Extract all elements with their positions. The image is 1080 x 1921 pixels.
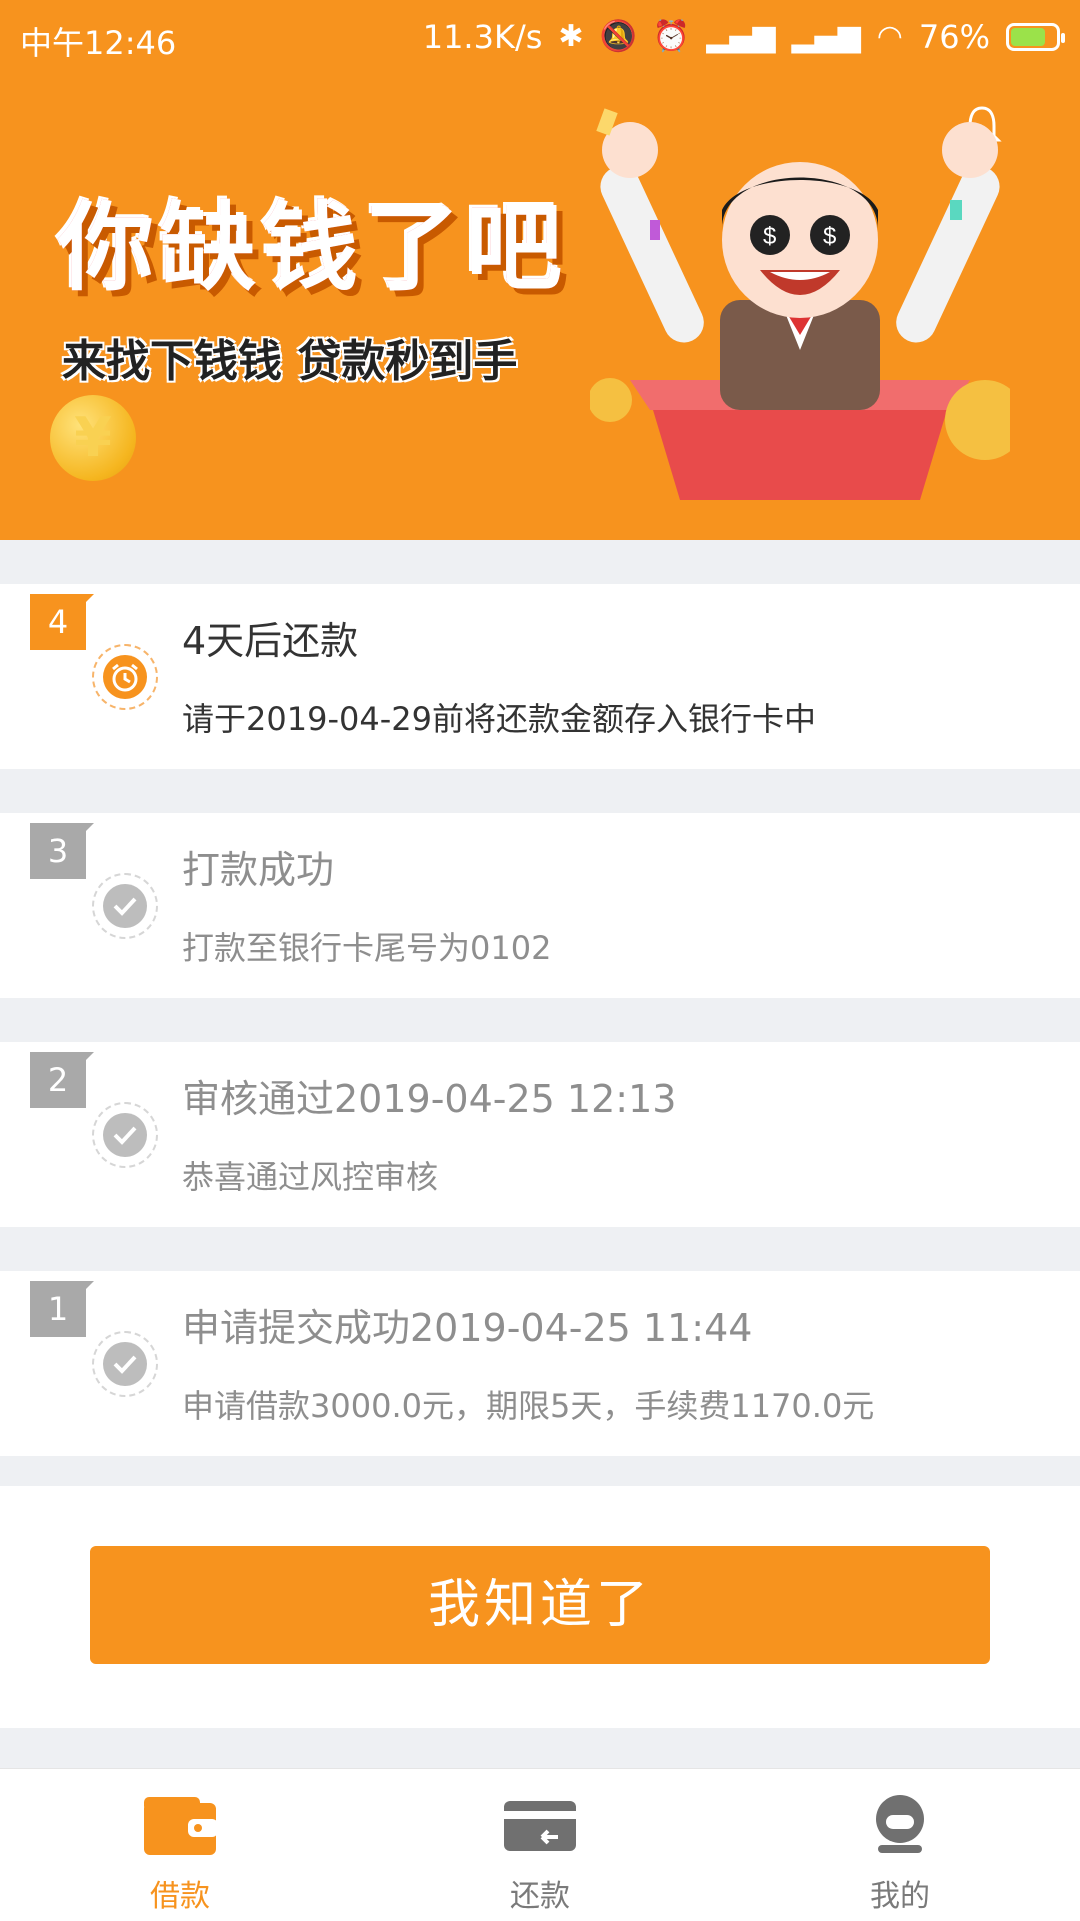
alarm-icon: ⏰ [652,19,691,54]
nav-item-borrow[interactable]: 借款 [0,1769,360,1921]
nav-label: 我的 [870,1879,930,1914]
timeline-step-2: 2 审核通过2019-04-25 12:13 恭喜通过风控审核 [0,1042,1080,1227]
step-subtitle: 打款至银行卡尾号为0102 [182,929,552,967]
svg-text:$: $ [823,223,836,250]
step-title: 审核通过2019-04-25 12:13 [182,1077,677,1121]
bottom-nav: 借款 还款 我的 [0,1768,1080,1921]
section-gap [0,998,1080,1042]
section-gap [0,1456,1080,1486]
coin-icon: ¥ [50,395,136,481]
step-subtitle: 恭喜通过风控审核 [182,1158,439,1196]
step-badge: 4 [30,594,94,650]
status-right: 11.3K/s ✱ 🔕 ⏰ ▂▄▆ ▂▄▆ ◠ 76% [422,18,1065,56]
signal-icon-2: ▂▄▆ [791,19,861,54]
card-return-icon [504,1801,576,1851]
bluetooth-icon: ✱ [558,19,584,54]
step-subtitle: 请于2019-04-29前将还款金额存入银行卡中 [182,700,816,738]
section-gap [0,1227,1080,1271]
hero-title: 你缺钱了吧 [58,192,568,304]
section-gap [0,769,1080,813]
wifi-icon: ◠ [876,19,903,54]
check-icon [92,1102,158,1168]
step-subtitle: 申请借款3000.0元，期限5天，手续费1170.0元 [182,1387,875,1425]
alarm-clock-icon [92,644,158,710]
confirm-button[interactable]: 我知道了 [90,1546,990,1664]
hero-subtitle: 来找下钱钱 贷款秒到手 [62,336,518,387]
timeline-step-3: 3 打款成功 打款至银行卡尾号为0102 [0,813,1080,998]
nav-label: 还款 [510,1879,570,1914]
signal-icon: ▂▄▆ [706,19,776,54]
status-bar: 中午12:46 11.3K/s ✱ 🔕 ⏰ ▂▄▆ ▂▄▆ ◠ 76% [0,0,1080,74]
svg-text:$: $ [763,223,776,250]
timeline-step-1: 1 申请提交成功2019-04-25 11:44 申请借款3000.0元，期限5… [0,1271,1080,1456]
step-badge: 3 [30,823,94,879]
step-title: 申请提交成功2019-04-25 11:44 [182,1306,753,1350]
nav-label: 借款 [150,1879,210,1914]
step-title: 打款成功 [182,848,335,892]
section-gap [0,540,1080,584]
step-badge: 1 [30,1281,94,1337]
network-speed: 11.3K/s [422,18,543,56]
section-gap [0,1728,1080,1768]
step-badge: 2 [30,1052,94,1108]
check-icon [92,873,158,939]
mute-icon: 🔕 [599,19,637,54]
nav-item-repay[interactable]: 还款 [360,1769,720,1921]
check-icon [92,1331,158,1397]
timeline-step-4: 4 4天后还款 请于2019-04-29前将还款金额存入银行卡中 [0,584,1080,769]
battery-percent: 76% [918,18,990,56]
nav-item-mine[interactable]: 我的 [720,1769,1080,1921]
wallet-icon [144,1797,218,1855]
status-time: 中午12:46 [20,24,177,62]
mascot-illustration: $ $ [590,108,1010,500]
battery-icon [1006,23,1065,51]
hero-banner: 中午12:46 11.3K/s ✱ 🔕 ⏰ ▂▄▆ ▂▄▆ ◠ 76% 你缺钱了… [0,0,1080,540]
step-title: 4天后还款 [182,619,359,663]
profile-icon [876,1795,924,1853]
